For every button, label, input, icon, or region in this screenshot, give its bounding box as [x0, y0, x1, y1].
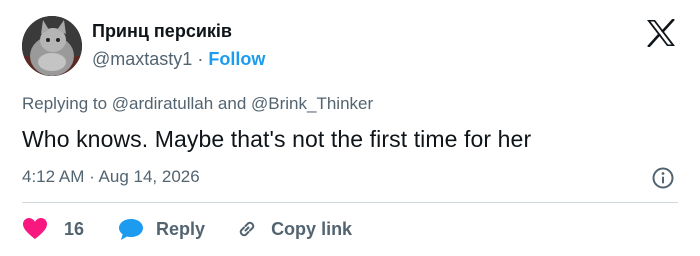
- mention-link[interactable]: @Brink_Thinker: [251, 94, 373, 113]
- tweet-actions: 16 Reply Copy link: [22, 216, 352, 242]
- replying-prefix: Replying to: [22, 94, 108, 113]
- cat-avatar-image: [22, 16, 82, 76]
- info-icon[interactable]: [651, 166, 675, 190]
- author-handle-row: @maxtasty1 · Follow: [92, 49, 265, 70]
- author-handle[interactable]: @maxtasty1: [92, 49, 192, 69]
- follow-button[interactable]: Follow: [208, 49, 265, 69]
- link-icon: [239, 221, 255, 237]
- x-logo-icon[interactable]: [646, 19, 676, 47]
- tweet-timestamp[interactable]: 4:12 AM · Aug 14, 2026: [22, 167, 200, 187]
- like-button[interactable]: 16: [22, 217, 84, 241]
- replying-conjunction: and: [217, 94, 247, 113]
- heart-icon: [23, 218, 47, 239]
- avatar[interactable]: [22, 16, 82, 76]
- handle-separator: ·: [197, 49, 204, 69]
- replying-to-line: Replying to @ardiratullah and @Brink_Thi…: [22, 94, 373, 114]
- divider: [22, 202, 678, 203]
- author-name[interactable]: Принц персиків: [92, 21, 232, 42]
- tweet-text: Who knows. Maybe that's not the first ti…: [22, 126, 532, 152]
- reply-label: Reply: [156, 218, 206, 239]
- copy-link-label: Copy link: [271, 218, 353, 239]
- mention-link[interactable]: @ardiratullah: [112, 94, 213, 113]
- copy-link-button[interactable]: Copy link: [235, 217, 352, 241]
- like-count: 16: [64, 218, 85, 239]
- speech-bubble-icon: [119, 219, 144, 240]
- reply-button[interactable]: Reply: [118, 217, 205, 241]
